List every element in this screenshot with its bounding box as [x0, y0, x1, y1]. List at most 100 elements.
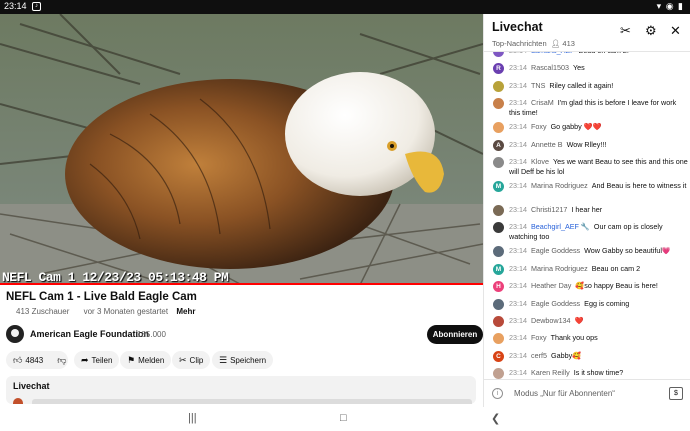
chat-author[interactable]: Dewbow134: [531, 316, 571, 325]
chat-author[interactable]: Eagle Goddess: [531, 299, 580, 308]
chat-text: Riley called it again!: [549, 80, 614, 90]
chat-text: Egg is coming: [584, 298, 630, 308]
close-icon[interactable]: ✕: [670, 23, 681, 39]
started-time: vor 3 Monaten gestartet: [83, 307, 169, 316]
thumbs-down-icon: 👎︎: [57, 354, 67, 365]
livechat-preview[interactable]: Livechat: [6, 376, 476, 404]
chat-author-avatar[interactable]: [493, 157, 504, 168]
chat-author-avatar[interactable]: [493, 368, 504, 379]
chat-text: Gabby🥰: [550, 350, 582, 360]
chat-author[interactable]: CrisaM: [531, 98, 554, 107]
chat-author-avatar[interactable]: [493, 80, 504, 92]
chat-text: I hear her: [571, 205, 603, 214]
report-button[interactable]: ⚑ Melden: [120, 351, 172, 369]
chat-text: Beau on cam 2!: [579, 52, 629, 55]
channel-name[interactable]: American Eagle Foundation: [30, 329, 149, 339]
chat-text: Go gabby ❤️❤️: [550, 122, 602, 132]
chat-author-avatar[interactable]: [493, 52, 504, 57]
chat-author[interactable]: Marina Rodriguez: [531, 181, 588, 190]
channel-avatar[interactable]: [6, 325, 24, 343]
chat-author-avatar[interactable]: M: [493, 181, 504, 192]
thumbs-up-icon: 👍︎: [13, 354, 23, 365]
clip-button[interactable]: ✂ Clip: [172, 351, 211, 369]
chat-author-avatar[interactable]: [493, 222, 504, 234]
chat-author[interactable]: Klove: [531, 157, 549, 166]
chat-time: 23:14: [509, 122, 527, 132]
save-icon: ☰: [219, 354, 228, 365]
chat-time: 23:14: [509, 63, 527, 73]
chat-author-avatar[interactable]: A: [493, 139, 504, 151]
chat-author-avatar[interactable]: C: [493, 350, 504, 362]
more-link[interactable]: Mehr: [176, 307, 195, 316]
chat-author-avatar[interactable]: [493, 298, 504, 310]
chat-author[interactable]: Foxy: [531, 122, 547, 131]
system-icons: ▾ ◉ ▮: [656, 1, 684, 11]
chat-author[interactable]: Christi1217: [531, 205, 567, 214]
subscribe-button[interactable]: Abonnieren: [427, 325, 483, 344]
livechat-subtitle[interactable]: Top-Nachrichten 👤︎ 413: [492, 39, 575, 48]
save-button[interactable]: ☰ Speichern: [212, 351, 274, 369]
super-chat-icon[interactable]: $: [669, 387, 683, 400]
livechat-viewer-count: 413: [562, 39, 575, 48]
chat-author[interactable]: Beachgirl_AEF 🔧: [531, 222, 590, 231]
chat-time: 23:14: [509, 368, 527, 378]
home-icon[interactable]: □: [340, 412, 347, 424]
chat-time: 23:14: [509, 246, 527, 256]
info-icon[interactable]: i: [492, 388, 503, 399]
chat-time: 23:14: [509, 298, 527, 308]
chat-author-avatar[interactable]: [493, 246, 504, 258]
chat-time: 23:14: [509, 333, 527, 343]
scissors-icon[interactable]: ✂: [620, 23, 631, 39]
chat-text: Wow Gabby so beautiful💗: [584, 246, 671, 256]
chat-author[interactable]: damans_AEF: [531, 52, 575, 55]
viewer-count: 413 Zuschauer: [16, 307, 70, 316]
video-meta[interactable]: 413 Zuschauer vor 3 Monaten gestartet Me…: [16, 307, 207, 316]
notification-icon: ♪: [32, 2, 41, 11]
chat-author[interactable]: cerf5: [531, 351, 547, 360]
chat-preview-avatar: [13, 398, 23, 404]
like-dislike-button[interactable]: 👍︎ 4843 👎︎: [6, 351, 68, 369]
chat-text: Wow Rlley!!!: [566, 139, 607, 149]
video-player[interactable]: NEFL Cam 1 12/23/23 05:13:48 PM: [0, 14, 483, 285]
chat-author[interactable]: Marina Rodriguez: [531, 264, 588, 273]
livechat-preview-label: Livechat: [13, 381, 50, 391]
chat-author[interactable]: Karen Reilly: [531, 368, 570, 377]
chat-time: 23:14: [509, 350, 527, 360]
chat-author[interactable]: Heather Day: [531, 281, 571, 290]
chat-time: 23:14: [509, 316, 527, 325]
channel-row: American Eagle Foundation 185.000 Abonni…: [6, 325, 483, 345]
chat-author-avatar[interactable]: [493, 122, 504, 134]
video-progress-bar[interactable]: [0, 283, 483, 285]
chat-author[interactable]: Eagle Goddess: [531, 246, 580, 255]
chat-author[interactable]: Annette B: [531, 140, 563, 149]
chat-time: 23:14: [509, 222, 527, 232]
chat-author[interactable]: TNS: [531, 81, 545, 90]
chat-author-avatar[interactable]: R: [493, 63, 504, 75]
chat-time: 23:14: [509, 157, 527, 166]
filter-icon[interactable]: ⚙: [645, 23, 657, 39]
chat-text: Thank you ops: [550, 333, 598, 343]
like-count: 4843: [25, 355, 44, 365]
chat-time: 23:14: [509, 181, 527, 190]
chat-time: 23:14: [509, 98, 527, 108]
viewers-icon: 👤︎: [548, 39, 561, 48]
back-icon[interactable]: ❮: [491, 412, 500, 425]
chat-time: 23:14: [509, 80, 527, 90]
chat-text: And Beau is here to witness it: [591, 181, 687, 190]
navigation-bar: ||| □ ❮: [0, 407, 690, 431]
chat-time: 23:14: [509, 139, 527, 149]
livechat-messages[interactable]: 23:14 damans_AEF Beau on cam 2! R 23:14 Rasca…: [484, 52, 690, 379]
chat-author[interactable]: Rascal1503: [531, 63, 569, 72]
share-icon: ➦: [81, 354, 89, 365]
chat-author-avatar[interactable]: H: [493, 281, 504, 293]
livechat-panel: Livechat Top-Nachrichten 👤︎ 413 ✂ ⚙ ✕ 23…: [483, 14, 690, 407]
chat-author-avatar[interactable]: [493, 98, 504, 110]
chat-author[interactable]: Foxy: [531, 333, 547, 342]
share-button[interactable]: ➦ Teilen: [74, 351, 120, 369]
chat-author-avatar[interactable]: [493, 316, 504, 327]
chat-author-avatar[interactable]: M: [493, 263, 504, 275]
recents-icon[interactable]: |||: [188, 412, 197, 424]
chat-author-avatar[interactable]: [493, 333, 504, 345]
subscriber-count: 185.000: [137, 330, 166, 339]
chat-author-avatar[interactable]: [493, 205, 504, 216]
